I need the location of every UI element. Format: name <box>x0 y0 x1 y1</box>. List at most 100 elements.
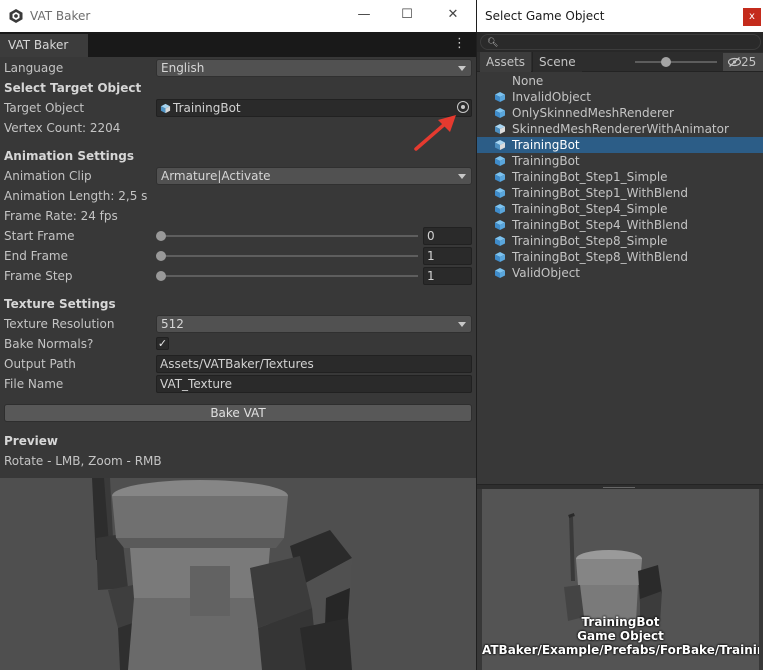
animation-clip-value: Armature|Activate <box>161 169 271 183</box>
output-path-input[interactable]: Assets/VATBaker/Textures <box>156 355 472 373</box>
preview-name: TrainingBot <box>581 615 660 629</box>
list-item-label: None <box>512 74 544 88</box>
list-item[interactable]: TrainingBot_Step8_Simple <box>477 233 763 249</box>
list-item[interactable]: TrainingBot_Step4_Simple <box>477 201 763 217</box>
start-frame-label: Start Frame <box>4 229 75 243</box>
asset-preview-panel: TrainingBot Game Object ATBaker/Example/… <box>482 489 759 670</box>
list-item-label: TrainingBot_Step1_WithBlend <box>512 186 689 200</box>
animation-settings-header: Animation Settings <box>4 149 135 163</box>
preview-hint: Rotate - LMB, Zoom - RMB <box>4 454 162 468</box>
slider-track <box>160 275 418 277</box>
hidden-count: 25 <box>741 55 757 69</box>
model-cube-icon <box>160 103 171 114</box>
minimize-button[interactable]: — <box>352 4 376 28</box>
target-object-value: TrainingBot <box>173 101 241 115</box>
list-item-label: TrainingBot_Step1_Simple <box>512 170 668 184</box>
checkmark-icon: ✓ <box>157 337 168 350</box>
picker-tabs: Assets Scene 25 <box>477 52 763 72</box>
file-name-label: File Name <box>4 377 64 391</box>
red-arrow-annotation <box>414 115 456 151</box>
list-item[interactable]: OnlySkinnedMeshRenderer <box>477 105 763 121</box>
slider-knob[interactable] <box>156 251 166 261</box>
picker-titlebar: Select Game Object x <box>477 0 763 32</box>
list-item[interactable]: TrainingBot <box>477 153 763 169</box>
kebab-menu-icon[interactable]: ⋮ <box>453 37 466 51</box>
animation-clip-label: Animation Clip <box>4 169 92 183</box>
tab-assets[interactable]: Assets <box>480 52 532 72</box>
preview-type: Game Object <box>577 629 664 643</box>
search-input[interactable]: 🔍︎ <box>480 34 761 50</box>
file-name-input[interactable]: VAT_Texture <box>156 375 472 393</box>
end-frame-slider[interactable] <box>156 248 420 264</box>
preview-path: ATBaker/Example/Prefabs/ForBake/Training… <box>482 643 759 657</box>
animation-clip-dropdown[interactable]: Armature|Activate <box>156 167 472 185</box>
vertex-count: Vertex Count: 2204 <box>4 121 121 135</box>
language-label: Language <box>4 61 64 75</box>
tab-vat-baker[interactable]: VAT Baker <box>0 34 88 57</box>
list-item-label: ValidObject <box>512 266 580 280</box>
chevron-down-icon <box>458 322 466 327</box>
list-item-label: SkinnedMeshRendererWithAnimator <box>512 122 729 136</box>
hidden-packages-toggle[interactable]: 25 <box>723 53 763 71</box>
icon-size-slider-track[interactable] <box>635 61 717 63</box>
frame-step-label: Frame Step <box>4 269 73 283</box>
start-frame-input[interactable]: 0 <box>423 227 472 245</box>
list-item[interactable]: TrainingBot_Step8_WithBlend <box>477 249 763 265</box>
list-item[interactable]: TrainingBot <box>477 137 763 153</box>
frame-step-slider[interactable] <box>156 268 420 284</box>
robot-model-render <box>0 478 476 670</box>
tab-scene[interactable]: Scene <box>532 52 582 72</box>
window-title: VAT Baker <box>30 9 91 23</box>
slider-knob[interactable] <box>156 271 166 281</box>
list-item-label: TrainingBot_Step8_Simple <box>512 234 668 248</box>
slider-knob[interactable] <box>156 231 166 241</box>
language-dropdown[interactable]: English <box>156 59 472 77</box>
texture-resolution-value: 512 <box>161 317 184 331</box>
eye-slash-icon <box>727 57 742 67</box>
list-item-label: TrainingBot_Step4_WithBlend <box>512 218 689 232</box>
list-item[interactable]: InvalidObject <box>477 89 763 105</box>
slider-track <box>160 235 418 237</box>
preview-header: Preview <box>4 434 59 448</box>
unity-logo-icon <box>9 9 23 23</box>
close-button[interactable]: ✕ <box>441 4 465 28</box>
list-item-label: InvalidObject <box>512 90 591 104</box>
grip-line <box>603 487 635 488</box>
icon-size-slider-knob[interactable] <box>661 57 671 67</box>
search-bar: 🔍︎ <box>477 32 763 52</box>
output-path-label: Output Path <box>4 357 76 371</box>
texture-resolution-dropdown[interactable]: 512 <box>156 315 472 333</box>
texture-settings-header: Texture Settings <box>4 297 116 311</box>
editor-tab-bar: VAT Baker ⋮ <box>0 32 476 57</box>
list-item[interactable]: None <box>477 73 763 89</box>
list-item-label: OnlySkinnedMeshRenderer <box>512 106 674 120</box>
search-icon: 🔍︎ <box>487 38 499 48</box>
bake-vat-button[interactable]: Bake VAT <box>4 404 472 422</box>
start-frame-slider[interactable] <box>156 228 420 244</box>
list-item[interactable]: TrainingBot_Step4_WithBlend <box>477 217 763 233</box>
bake-normals-label: Bake Normals? <box>4 337 94 351</box>
bake-normals-checkbox[interactable]: ✓ <box>156 337 169 350</box>
end-frame-input[interactable]: 1 <box>423 247 472 265</box>
prefab-cube-icon <box>494 267 506 283</box>
slider-track <box>160 255 418 257</box>
select-game-object-window: Select Game Object x 🔍︎ Assets Scene 25 … <box>476 0 763 670</box>
list-item-label: TrainingBot <box>512 138 580 152</box>
picker-close-button[interactable]: x <box>743 8 761 26</box>
chevron-down-icon <box>458 66 466 71</box>
picker-title: Select Game Object <box>485 9 605 23</box>
frame-step-input[interactable]: 1 <box>423 267 472 285</box>
list-item[interactable]: TrainingBot_Step1_WithBlend <box>477 185 763 201</box>
select-target-header: Select Target Object <box>4 81 142 95</box>
list-item[interactable]: SkinnedMeshRendererWithAnimator <box>477 121 763 137</box>
list-item-label: TrainingBot_Step4_Simple <box>512 202 668 216</box>
list-item-label: TrainingBot_Step8_WithBlend <box>512 250 689 264</box>
list-item[interactable]: TrainingBot_Step1_Simple <box>477 169 763 185</box>
chevron-down-icon <box>458 174 466 179</box>
texture-resolution-label: Texture Resolution <box>4 317 115 331</box>
language-value: English <box>161 61 205 75</box>
maximize-button[interactable]: ☐ <box>395 4 419 28</box>
model-preview-viewport[interactable] <box>0 478 476 670</box>
list-item[interactable]: ValidObject <box>477 265 763 281</box>
animation-length: Animation Length: 2,5 s <box>4 189 148 203</box>
